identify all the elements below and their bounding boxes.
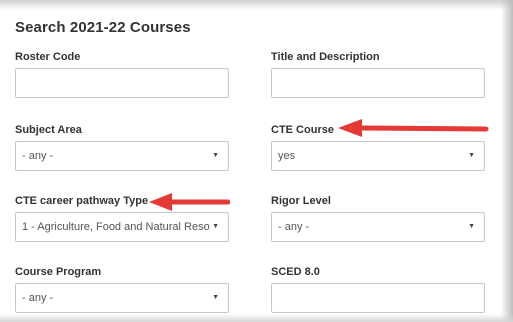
subject-area-label: Subject Area bbox=[15, 124, 82, 136]
cte-pathway-type-label: CTE career pathway Type bbox=[15, 195, 149, 207]
top-shadow bbox=[0, 0, 513, 10]
course-search-page: Search 2021-22 Courses Roster Code Title… bbox=[0, 0, 513, 322]
course-program-value: - any - bbox=[22, 292, 54, 304]
sced-label: SCED 8.0 bbox=[271, 266, 320, 278]
page-title: Search 2021-22 Courses bbox=[15, 19, 191, 36]
cte-course-select[interactable]: yes ▼ bbox=[271, 141, 485, 171]
title-description-label: Title and Description bbox=[271, 51, 380, 63]
rigor-level-select[interactable]: - any - ▼ bbox=[271, 212, 485, 242]
caret-down-icon: ▼ bbox=[468, 152, 475, 159]
title-description-input[interactable] bbox=[271, 68, 485, 98]
rigor-level-value: - any - bbox=[278, 221, 310, 233]
rigor-level-label: Rigor Level bbox=[271, 195, 331, 207]
subject-area-value: - any - bbox=[22, 150, 54, 162]
caret-down-icon: ▼ bbox=[468, 223, 475, 230]
red-arrow-icon bbox=[149, 193, 230, 211]
bottom-shadow bbox=[0, 314, 513, 322]
cte-pathway-type-value: 1 - Agriculture, Food and Natural Reso bbox=[22, 221, 210, 233]
sced-input[interactable] bbox=[271, 283, 485, 313]
cte-course-value: yes bbox=[278, 150, 296, 162]
caret-down-icon: ▼ bbox=[212, 223, 219, 230]
caret-down-icon: ▼ bbox=[212, 294, 219, 301]
red-arrow-icon bbox=[338, 119, 489, 137]
cte-course-label: CTE Course bbox=[271, 124, 334, 136]
course-program-select[interactable]: - any - ▼ bbox=[15, 283, 229, 313]
cte-pathway-type-select[interactable]: 1 - Agriculture, Food and Natural Reso ▼ bbox=[15, 212, 229, 242]
course-program-label: Course Program bbox=[15, 266, 102, 278]
roster-code-input[interactable] bbox=[15, 68, 229, 98]
roster-code-label: Roster Code bbox=[15, 51, 81, 63]
subject-area-select[interactable]: - any - ▼ bbox=[15, 141, 229, 171]
caret-down-icon: ▼ bbox=[212, 152, 219, 159]
right-shadow bbox=[501, 0, 513, 322]
